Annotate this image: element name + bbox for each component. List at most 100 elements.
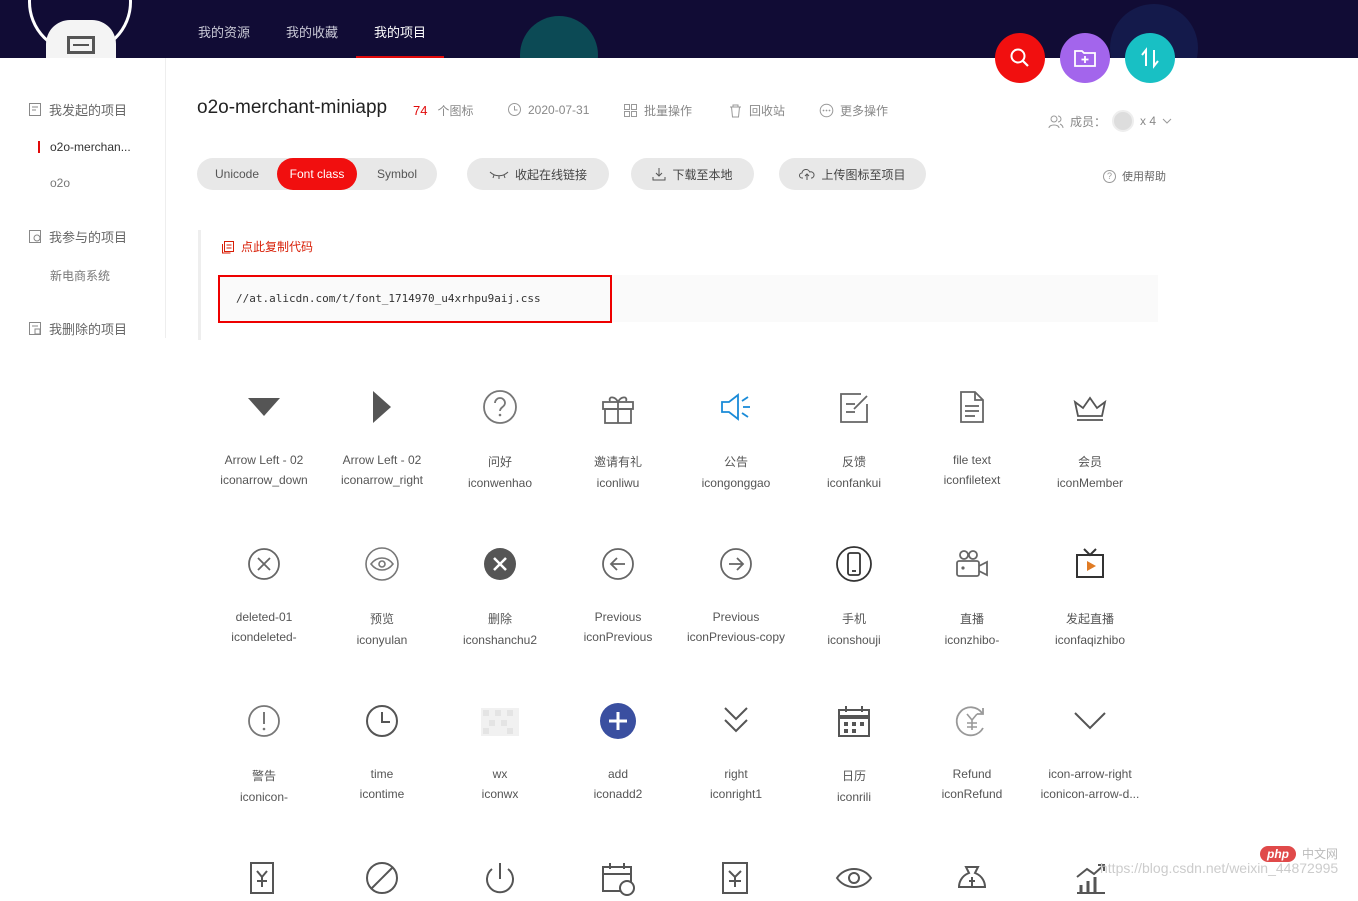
edit-doc-icon	[29, 103, 41, 116]
nav-my-favorites[interactable]: 我的收藏	[268, 0, 356, 58]
icon-card[interactable]	[441, 855, 559, 901]
recycle-label: 回收站	[749, 104, 786, 118]
icon-name: 日历	[841, 769, 866, 783]
icon-card[interactable]	[205, 855, 323, 901]
icon-class: iconyulan	[356, 633, 408, 647]
sidebar-section-deleted[interactable]: 我删除的项目	[28, 319, 127, 338]
icon-class: iconfaqizhibo	[1054, 633, 1126, 647]
sidebar-item-ecommerce[interactable]: 新电商系统	[50, 267, 110, 284]
members-count: x 4	[1140, 114, 1157, 128]
help-label: 使用帮助	[1122, 171, 1166, 183]
tab-symbol[interactable]: Symbol	[357, 158, 437, 190]
arrow-left-circle-icon	[559, 541, 677, 587]
upload-button[interactable]: 上传图标至项目	[779, 158, 926, 190]
icon-card[interactable]: 预览 iconyulan	[323, 541, 441, 647]
icon-class: icontime	[359, 787, 405, 801]
icon-name: file text	[952, 453, 991, 467]
icon-card[interactable]	[913, 855, 1031, 901]
sidebar-section-label: 我参与的项目	[49, 230, 128, 245]
icon-class: iconPrevious	[583, 630, 653, 644]
icon-card[interactable]: add iconadd2	[559, 698, 677, 801]
icon-class: iconarrow_down	[220, 473, 308, 487]
search-button[interactable]	[995, 33, 1045, 83]
icon-card[interactable]	[795, 855, 913, 901]
nav-my-projects[interactable]: 我的项目	[356, 0, 445, 58]
icon-card[interactable]: 发起直播 iconfaqizhibo	[1031, 541, 1149, 647]
icon-card[interactable]: 手机 iconshouji	[795, 541, 913, 647]
icon-card[interactable]: 问好 iconwenhao	[441, 384, 559, 490]
sidebar-item-o2o[interactable]: o2o	[50, 176, 70, 190]
upload-label: 上传图标至项目	[821, 167, 906, 182]
sidebar-item-o2o-merchant[interactable]: o2o-merchan...	[38, 140, 131, 154]
recycle-bin-button[interactable]: 回收站	[728, 102, 785, 119]
icon-name: 邀请有礼	[593, 455, 642, 469]
icon-card[interactable]: right iconright1	[677, 698, 795, 801]
download-label: 下载至本地	[672, 167, 733, 182]
more-actions-button[interactable]: 更多操作	[819, 102, 888, 119]
triangle-down-icon	[205, 384, 323, 430]
icon-card[interactable]: deleted-01 icondeleted-	[205, 541, 323, 644]
icon-card[interactable]: Arrow Left - 02 iconarrow_down	[205, 384, 323, 487]
tab-unicode[interactable]: Unicode	[197, 158, 277, 190]
icon-card[interactable]: file text iconfiletext	[913, 384, 1031, 487]
add-icon	[559, 698, 677, 744]
icon-card[interactable]	[677, 855, 795, 901]
icon-card[interactable]: wx iconwx	[441, 698, 559, 801]
delete-filled-icon	[441, 541, 559, 587]
collapse-link-button[interactable]: 收起在线链接	[467, 158, 609, 190]
icon-name: wx	[492, 767, 508, 781]
members-label: 成员：	[1070, 114, 1107, 129]
icon-count-number: 74	[413, 103, 428, 118]
icon-name: 警告	[251, 769, 276, 783]
tab-font-class[interactable]: Font class	[277, 158, 357, 190]
icon-card[interactable]: 公告 icongonggao	[677, 384, 795, 490]
project-title: o2o-merchant-miniapp	[197, 97, 388, 118]
icon-card[interactable]: Refund iconRefund	[913, 698, 1031, 801]
icon-card[interactable]: 日历 iconrili	[795, 698, 913, 804]
icon-card[interactable]	[559, 855, 677, 901]
icon-card[interactable]: 删除 iconshanchu2	[441, 541, 559, 647]
grid-icon	[624, 104, 637, 117]
nav-my-resources[interactable]: 我的资源	[180, 0, 268, 58]
icon-card[interactable]: Previous iconPrevious	[559, 541, 677, 644]
icon-card[interactable]	[323, 855, 441, 901]
icon-card[interactable]: 反馈 iconfankui	[795, 384, 913, 490]
arrow-right-circle-icon	[677, 541, 795, 587]
sidebar-section-joined[interactable]: 我参与的项目	[28, 227, 127, 246]
icon-card[interactable]: 邀请有礼 iconliwu	[559, 384, 677, 490]
members[interactable]: 成员： x 4	[1048, 110, 1172, 132]
help-icon: ?	[1103, 169, 1116, 183]
logo-icon[interactable]	[67, 36, 95, 54]
date-label: 2020-07-31	[528, 102, 590, 117]
yen-doc-icon	[677, 855, 795, 901]
sidebar-section-initiated[interactable]: 我发起的项目	[28, 100, 127, 119]
icon-card[interactable]: 会员 iconMember	[1031, 384, 1149, 490]
icon-name: 问好	[487, 455, 512, 469]
icon-class: iconwenhao	[467, 476, 533, 490]
icon-card[interactable]: Previous iconPrevious-copy	[677, 541, 795, 644]
calendar-clock-icon	[559, 855, 677, 901]
copy-code-button[interactable]: 点此复制代码	[221, 238, 313, 255]
help-link[interactable]: ? 使用帮助	[1103, 168, 1166, 184]
icon-class: iconshouji	[827, 633, 881, 647]
add-folder-button[interactable]	[1060, 33, 1110, 83]
format-tabs: Unicode Font class Symbol	[197, 158, 437, 190]
batch-operation-button[interactable]: 批量操作	[623, 102, 692, 119]
icon-class: iconadd2	[593, 787, 643, 801]
icon-name: Previous	[712, 610, 760, 624]
css-url[interactable]: //at.alicdn.com/t/font_1714970_u4xrhpu9a…	[218, 275, 612, 323]
icon-card[interactable]: Arrow Left - 02 iconarrow_right	[323, 384, 441, 487]
warning-icon	[205, 698, 323, 744]
search-icon	[1010, 48, 1029, 67]
more-label: 更多操作	[840, 104, 889, 118]
icon-card[interactable]: time icontime	[323, 698, 441, 801]
sort-button[interactable]	[1125, 33, 1175, 83]
gift-icon	[559, 384, 677, 430]
download-button[interactable]: 下载至本地	[631, 158, 754, 190]
icon-card[interactable]: 警告 iconicon-	[205, 698, 323, 804]
icon-card[interactable]: icon-arrow-right iconicon-arrow-d...	[1031, 698, 1149, 801]
calendar-icon	[795, 698, 913, 744]
icon-card[interactable]: 直播 iconzhibo-	[913, 541, 1031, 647]
icon-name: 预览	[369, 612, 394, 626]
icon-name: 公告	[723, 455, 748, 469]
